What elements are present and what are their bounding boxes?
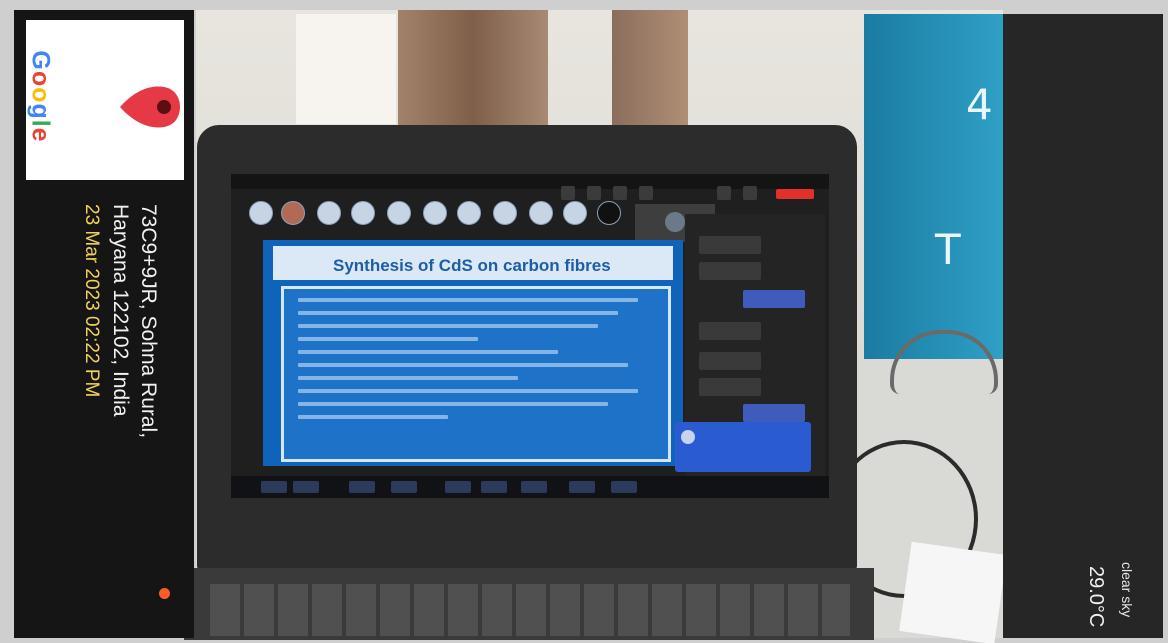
meeting-titlebar	[231, 174, 829, 189]
chat-notification[interactable]	[675, 422, 811, 472]
address-line: Haryana 122102, India	[109, 204, 132, 417]
slide-header: Synthesis of CdS on carbon fibres	[273, 246, 673, 280]
curtain	[612, 10, 688, 130]
avatar	[317, 201, 341, 225]
toolbar-icon[interactable]	[639, 186, 653, 200]
avatar	[493, 201, 517, 225]
weather-strip: clear sky 29.0°C	[1003, 14, 1163, 638]
avatar	[681, 430, 695, 444]
slide-title: Synthesis of CdS on carbon fibres	[333, 256, 611, 275]
map-pin-icon	[120, 86, 180, 128]
curtain	[398, 10, 548, 130]
taskbar-app[interactable]	[261, 481, 287, 493]
avatar	[351, 201, 375, 225]
chat-message	[699, 262, 761, 280]
chat-message	[699, 236, 761, 254]
chat-message	[699, 322, 761, 340]
avatar	[563, 201, 587, 225]
chat-message	[743, 404, 805, 422]
slide-text-line	[298, 415, 448, 419]
participant-strip	[241, 199, 621, 229]
slide-text-line	[298, 389, 638, 393]
taskbar-app[interactable]	[481, 481, 507, 493]
chat-message	[699, 352, 761, 370]
avatar	[423, 201, 447, 225]
taskbar-app[interactable]	[611, 481, 637, 493]
slide-text-line	[298, 402, 608, 406]
taskbar-app[interactable]	[445, 481, 471, 493]
window	[296, 14, 396, 124]
brand-letter: o	[26, 70, 55, 88]
brand-letter: o	[26, 87, 55, 104]
laptop-screen: Synthesis of CdS on carbon fibres	[231, 174, 829, 498]
avatar	[281, 201, 305, 225]
avatar	[597, 201, 621, 225]
cabinet-marking: 4	[966, 80, 993, 129]
avatar	[529, 201, 553, 225]
brand-letter: G	[26, 50, 55, 71]
slide-text-line	[298, 363, 628, 367]
taskbar-app[interactable]	[391, 481, 417, 493]
toolbar-icon[interactable]	[743, 186, 757, 200]
brand-logo: Google	[26, 20, 184, 180]
taskbar-app[interactable]	[521, 481, 547, 493]
taskbar-app[interactable]	[293, 481, 319, 493]
location-text: 73C9+9JR, Sohna Rural, Haryana 122102, I…	[72, 188, 192, 628]
avatar	[665, 212, 685, 232]
brand-wordmark: Google	[26, 50, 55, 142]
slide-text-line	[298, 298, 638, 302]
slide-text-line	[298, 376, 518, 380]
keyboard	[210, 584, 850, 636]
slide-text-line	[298, 324, 598, 328]
chat-message	[743, 290, 805, 308]
shared-slide: Synthesis of CdS on carbon fibres	[263, 240, 683, 466]
toolbar-icon[interactable]	[613, 186, 627, 200]
address-line: 73C9+9JR, Sohna Rural,	[137, 204, 160, 439]
temperature: 29.0°C	[1085, 566, 1107, 628]
blue-cabinet	[864, 14, 1004, 359]
slide-text-line	[298, 350, 558, 354]
toolbar-icon[interactable]	[587, 186, 601, 200]
weather-icon	[159, 588, 170, 599]
slide-body	[281, 286, 671, 462]
brand-letter: e	[26, 127, 55, 143]
geotag-stamp: Google 73C9+9JR, Sohna Rural, Haryana 12…	[14, 10, 194, 638]
avatar	[457, 201, 481, 225]
leave-button[interactable]	[776, 189, 814, 199]
chat-message	[699, 378, 761, 396]
brand-letter: g	[26, 103, 55, 120]
weather-description: clear sky	[1119, 562, 1135, 618]
cabinet-marking: T	[935, 225, 961, 274]
toolbar-icon[interactable]	[561, 186, 575, 200]
taskbar	[231, 476, 829, 498]
timestamp: 23 Mar 2023 02:22 PM	[81, 204, 102, 398]
slide-text-line	[298, 311, 618, 315]
photo: 4 T Synthesis of CdS on carbon fibres Go…	[0, 0, 1168, 643]
paper-sheet	[899, 541, 1007, 643]
avatar	[387, 201, 411, 225]
taskbar-app[interactable]	[349, 481, 375, 493]
toolbar-icon[interactable]	[717, 186, 731, 200]
brand-letter: l	[26, 119, 55, 128]
slide-text-line	[298, 337, 478, 341]
taskbar-app[interactable]	[569, 481, 595, 493]
avatar	[249, 201, 273, 225]
